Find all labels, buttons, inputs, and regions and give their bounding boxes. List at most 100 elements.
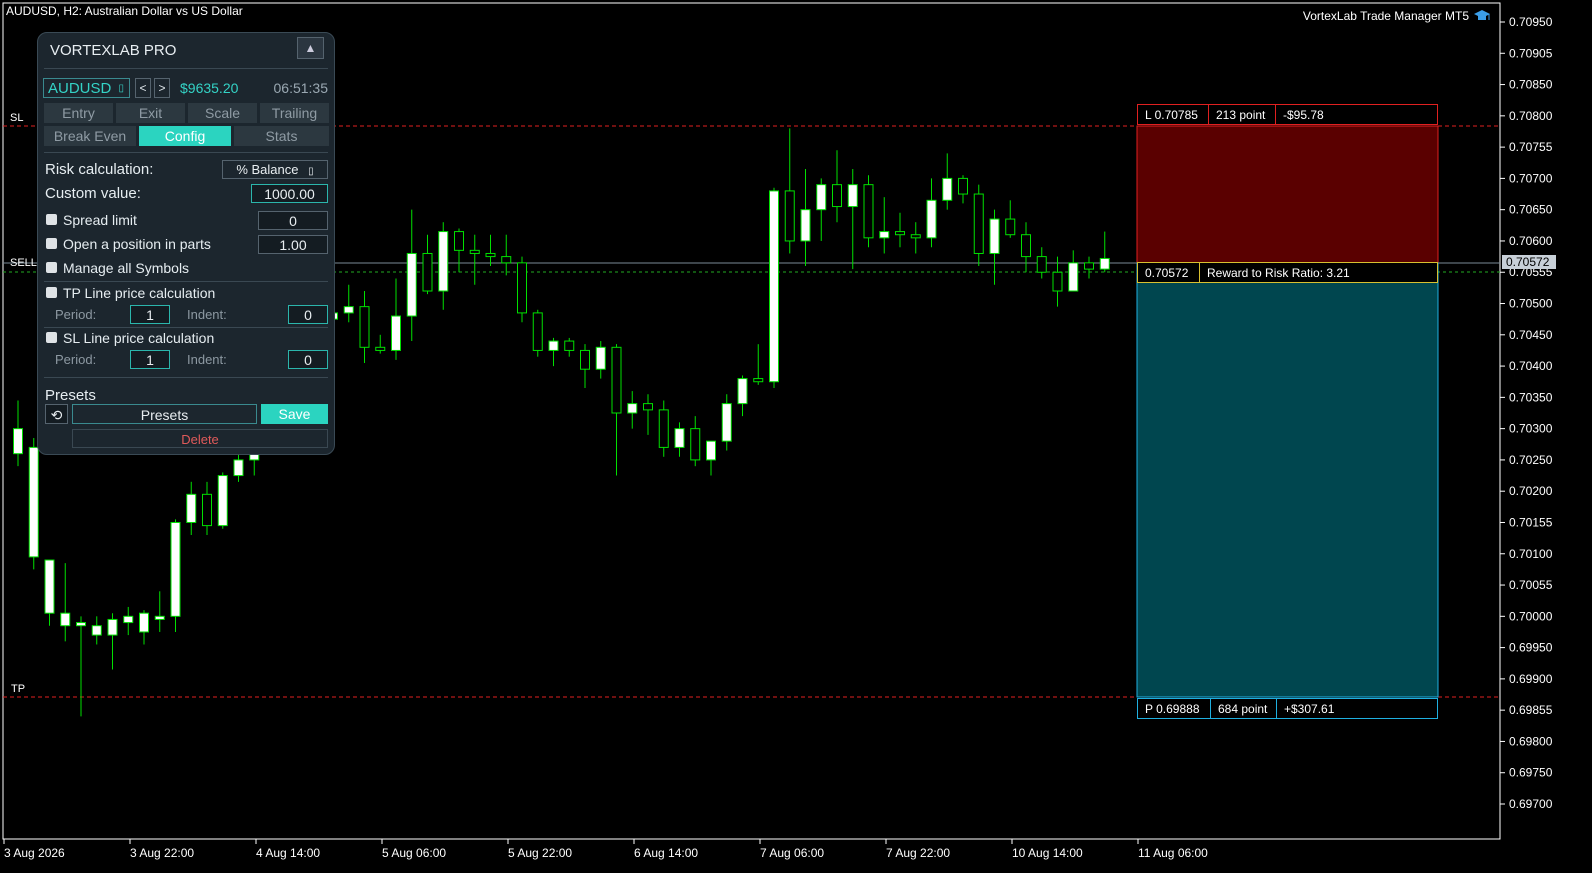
reset-icon[interactable]: ⟲ <box>45 404 68 424</box>
next-symbol-button[interactable]: > <box>154 78 170 98</box>
time-tick-label: 3 Aug 22:00 <box>130 846 194 860</box>
candle-body <box>217 475 228 527</box>
candle-body <box>469 249 480 254</box>
tp-price-box[interactable]: P 0.69888 <box>1137 698 1211 719</box>
sl-period-input[interactable]: 1 <box>130 350 170 369</box>
candle-body <box>690 428 701 461</box>
candle-body <box>737 378 748 405</box>
candle <box>28 438 39 570</box>
candle-body <box>44 559 55 614</box>
brand-text: VortexLab Trade Manager MT5 <box>1302 9 1469 23</box>
collapse-button[interactable]: ▲ <box>297 37 324 59</box>
price-tick-label: 0.69900 <box>1509 672 1553 686</box>
delete-button[interactable]: Delete <box>72 429 328 448</box>
candle <box>406 209 417 342</box>
candle <box>627 391 638 429</box>
candle-body <box>595 346 606 370</box>
tab-config[interactable]: Config <box>139 126 231 146</box>
presets-button[interactable]: Presets <box>72 404 257 424</box>
candle <box>706 440 716 476</box>
candle-body <box>973 193 984 254</box>
tab-entry[interactable]: Entry <box>44 103 113 123</box>
candle <box>564 337 575 357</box>
price-tick-label: 0.70650 <box>1509 203 1553 217</box>
spread-limit-input[interactable]: 0 <box>258 211 328 230</box>
candle-body <box>1052 271 1063 292</box>
entry-price-box[interactable]: 0.70572 <box>1137 262 1200 283</box>
candle <box>13 400 23 467</box>
tab-exit[interactable]: Exit <box>116 103 185 123</box>
candle-body <box>359 306 370 348</box>
price-tick-label: 0.70450 <box>1509 328 1553 342</box>
spread-limit-checkbox[interactable] <box>46 214 57 225</box>
candle <box>422 234 433 295</box>
candle-body <box>123 615 134 624</box>
time-tick-label: 4 Aug 14:00 <box>256 846 320 860</box>
prev-symbol-button[interactable]: < <box>135 78 151 98</box>
candle <box>989 209 1000 285</box>
candle-body <box>706 440 716 461</box>
tab-stats[interactable]: Stats <box>234 126 329 146</box>
candle <box>391 278 401 360</box>
candle-body <box>1068 262 1079 292</box>
parts-label: Open a position in parts <box>63 236 211 252</box>
candle-body <box>60 612 71 627</box>
candle-body <box>406 252 417 317</box>
parts-checkbox[interactable] <box>46 238 57 249</box>
candle-body <box>926 199 937 239</box>
price-tick-label: 0.70600 <box>1509 234 1553 248</box>
price-tick-label: 0.69800 <box>1509 734 1553 748</box>
candle <box>438 222 449 310</box>
symbol-select[interactable]: AUDUSD ▯ <box>43 78 130 98</box>
candle-body <box>643 403 653 411</box>
tp-period-input[interactable]: 1 <box>130 305 170 324</box>
candle-body <box>847 184 858 208</box>
risk-mode-select[interactable]: % Balance ▯ <box>222 160 328 179</box>
divider <box>44 327 328 328</box>
candle-body <box>28 446 39 558</box>
sl-price-box[interactable]: L 0.70785 <box>1137 104 1209 125</box>
candle <box>1052 256 1063 307</box>
custom-value-input[interactable]: 1000.00 <box>251 184 328 203</box>
candle <box>1021 222 1031 273</box>
sl-indent-label: Indent: <box>187 352 227 367</box>
tab-scale[interactable]: Scale <box>188 103 257 123</box>
candle <box>1068 250 1079 292</box>
candle-body <box>1021 234 1031 258</box>
tp-indent-input[interactable]: 0 <box>288 305 328 324</box>
sl-calc-checkbox[interactable] <box>46 332 57 343</box>
candle <box>375 334 386 354</box>
candle <box>910 222 921 254</box>
candle <box>942 153 953 210</box>
candle <box>926 178 937 248</box>
tp-calc-checkbox[interactable] <box>46 287 57 298</box>
spread-limit-label: Spread limit <box>63 212 137 228</box>
sl-indent-input[interactable]: 0 <box>288 350 328 369</box>
price-tick-label: 0.70350 <box>1509 390 1553 404</box>
candle <box>170 519 181 632</box>
sl-points-box: 213 point <box>1208 104 1276 125</box>
tab-break-even[interactable]: Break Even <box>44 126 136 146</box>
risk-calc-label: Risk calculation: <box>45 161 154 178</box>
risk-mode-value: % Balance <box>236 162 299 177</box>
sl-period-label: Period: <box>55 352 97 367</box>
candle <box>784 128 795 254</box>
symbol-value: AUDUSD <box>48 80 112 97</box>
candle <box>469 234 480 285</box>
candle-body <box>895 231 905 236</box>
tp-calc-label: TP Line price calculation <box>63 285 216 301</box>
sl-label: SL <box>10 112 24 124</box>
candle <box>1084 256 1094 279</box>
save-button[interactable]: Save <box>261 404 328 424</box>
candle-body <box>784 190 795 242</box>
candle-body <box>13 428 23 455</box>
candle-body <box>769 190 779 383</box>
parts-input[interactable]: 1.00 <box>258 235 328 254</box>
divider <box>44 68 328 69</box>
candle-body <box>753 378 764 383</box>
risk-zone <box>1136 125 1439 264</box>
price-tick-label: 0.69750 <box>1509 766 1553 780</box>
manage-all-label: Manage all Symbols <box>63 260 190 276</box>
manage-all-checkbox[interactable] <box>46 262 57 273</box>
tab-trailing[interactable]: Trailing <box>260 103 329 123</box>
